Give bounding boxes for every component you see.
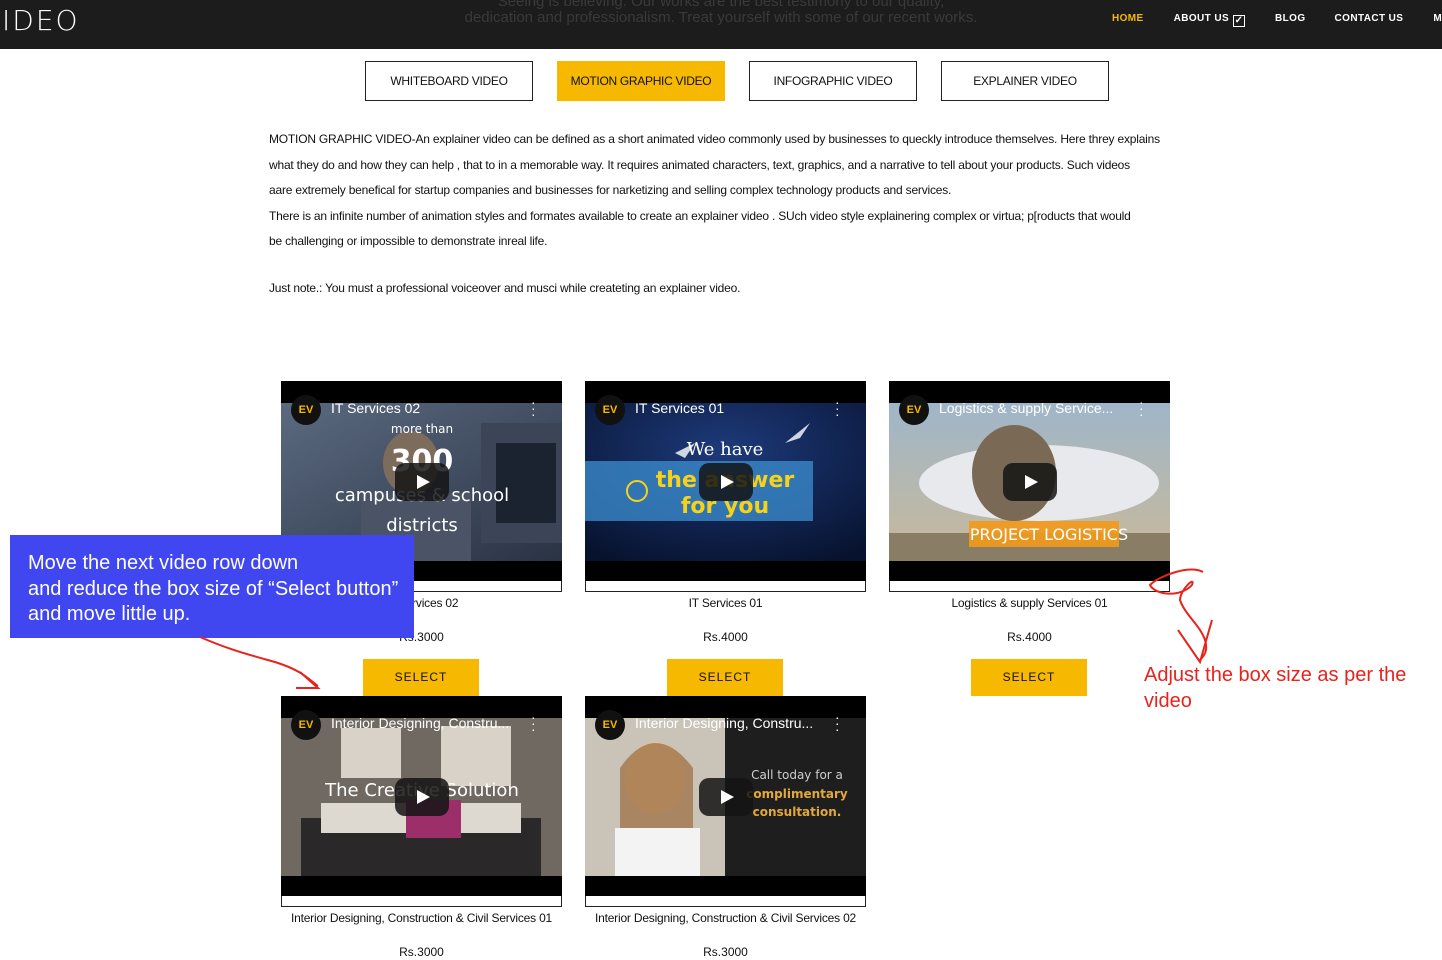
play-button-icon[interactable] [1003, 463, 1057, 501]
annotation-line: and reduce the box size of “Select butto… [28, 577, 399, 600]
channel-badge-text: EV [906, 404, 922, 416]
play-button-icon[interactable] [699, 463, 753, 501]
channel-avatar[interactable]: EV [899, 395, 929, 425]
overlay-text: consultation. [753, 805, 842, 819]
select-button[interactable]: SELECT [971, 659, 1087, 696]
video-caption: Interior Designing, Construction & Civil… [290, 911, 553, 925]
overlay-text: districts [386, 515, 458, 536]
video-price: Rs.3000 [399, 945, 444, 959]
description-line: what they do and how they can help , tha… [269, 157, 1130, 172]
main-nav: HOME ABOUT US✓ BLOG CONTACT US MYC [1112, 13, 1442, 27]
description-line: be challenging or impossible to demonstr… [269, 234, 548, 248]
select-button[interactable]: SELECT [667, 659, 783, 696]
video-price: Rs.3000 [703, 945, 748, 959]
overlay-text: We have [687, 439, 764, 460]
video-card: Call today for a complimentary consultat… [585, 696, 866, 960]
video-embed[interactable]: We have the answer for you EV IT Service… [585, 381, 866, 581]
more-options-icon[interactable]: · · · [835, 395, 840, 421]
dropdown-check-icon[interactable]: ✓ [1233, 15, 1246, 27]
video-card: The Creative Solution EV Interior Design… [281, 696, 562, 960]
nav-contact-us[interactable]: CONTACT US [1335, 13, 1404, 27]
play-button-icon[interactable] [395, 463, 449, 501]
tab-motion-graphic-video[interactable]: MOTION GRAPHIC VIDEO [557, 61, 725, 101]
play-button-icon[interactable] [395, 778, 449, 816]
video-embed[interactable]: PROJECT LOGISTICS EV Logistics & supply … [889, 381, 1170, 581]
site-logo[interactable]: IDEO [2, 4, 80, 37]
annotation-line: Adjust the box size as per the [1144, 664, 1407, 686]
channel-avatar[interactable]: EV [595, 395, 625, 425]
annotation-blue-note: Move the next video row down and reduce … [10, 535, 414, 638]
video-price: Rs.4000 [1007, 630, 1052, 644]
video-caption: IT Services 01 [688, 596, 763, 610]
more-options-icon[interactable]: · · · [531, 710, 536, 736]
overlay-text: Call today for a [751, 768, 843, 782]
select-button[interactable]: SELECT [363, 659, 479, 696]
video-card: We have the answer for you EV IT Service… [585, 381, 866, 701]
overlay-text: complimentary [746, 787, 848, 801]
overlay-text: more than [391, 422, 453, 436]
more-options-icon[interactable]: · · · [531, 395, 536, 421]
nav-blog[interactable]: BLOG [1275, 13, 1306, 27]
video-title[interactable]: Logistics & supply Service... [939, 400, 1113, 416]
channel-badge-text: EV [298, 404, 314, 416]
nav-about-us[interactable]: ABOUT US ✓ [1173, 13, 1246, 27]
video-title[interactable]: IT Services 01 [635, 400, 724, 416]
nav-about-us-label: ABOUT US [1173, 13, 1230, 24]
description-line: There is an infinite number of animation… [269, 208, 1131, 223]
more-options-icon[interactable]: · · · [1139, 395, 1144, 421]
description-line: aare extremely benefical for startup com… [269, 183, 952, 197]
video-title[interactable]: Interior Designing, Constru... [331, 715, 509, 731]
tab-infographic-video[interactable]: INFOGRAPHIC VIDEO [749, 61, 917, 101]
site-header: Seeing is believing. Our works are the b… [0, 0, 1442, 49]
description-note: Just note.: You must a professional voic… [269, 281, 741, 295]
channel-avatar[interactable]: EV [595, 710, 625, 740]
annotation-red-note: Adjust the box size as per the video [1144, 662, 1424, 714]
overlay-text: PROJECT LOGISTICS [970, 525, 1128, 544]
annotation-line: and move little up. [28, 603, 191, 625]
video-caption: Logistics & supply Services 01 [951, 596, 1108, 610]
channel-badge-text: EV [602, 719, 618, 731]
channel-avatar[interactable]: EV [291, 710, 321, 740]
more-options-icon[interactable]: · · · [835, 710, 840, 736]
video-caption: Interior Designing, Construction & Civil… [594, 911, 857, 925]
nav-myc[interactable]: MYC [1433, 13, 1442, 27]
video-title[interactable]: Interior Designing, Constru... [635, 715, 813, 731]
video-embed[interactable]: The Creative Solution EV Interior Design… [281, 696, 562, 896]
arrowhead-icon [1177, 619, 1213, 665]
video-card: PROJECT LOGISTICS EV Logistics & supply … [889, 381, 1170, 701]
play-button-icon[interactable] [699, 778, 753, 816]
description-line: MOTION GRAPHIC VIDEO-An explainer video … [269, 132, 1160, 146]
annotation-line: Move the next video row down [28, 552, 299, 574]
video-embed[interactable]: Call today for a complimentary consultat… [585, 696, 866, 896]
nav-home[interactable]: HOME [1112, 13, 1144, 27]
tab-whiteboard-video[interactable]: WHITEBOARD VIDEO [365, 61, 533, 101]
channel-avatar[interactable]: EV [291, 395, 321, 425]
annotation-line: video [1144, 690, 1192, 712]
category-description: MOTION GRAPHIC VIDEO-An explainer video … [269, 127, 1179, 255]
channel-badge-text: EV [602, 404, 618, 416]
channel-badge-text: EV [298, 719, 314, 731]
tab-explainer-video[interactable]: EXPLAINER VIDEO [941, 61, 1109, 101]
video-title[interactable]: IT Services 02 [331, 400, 420, 416]
video-price: Rs.4000 [703, 630, 748, 644]
